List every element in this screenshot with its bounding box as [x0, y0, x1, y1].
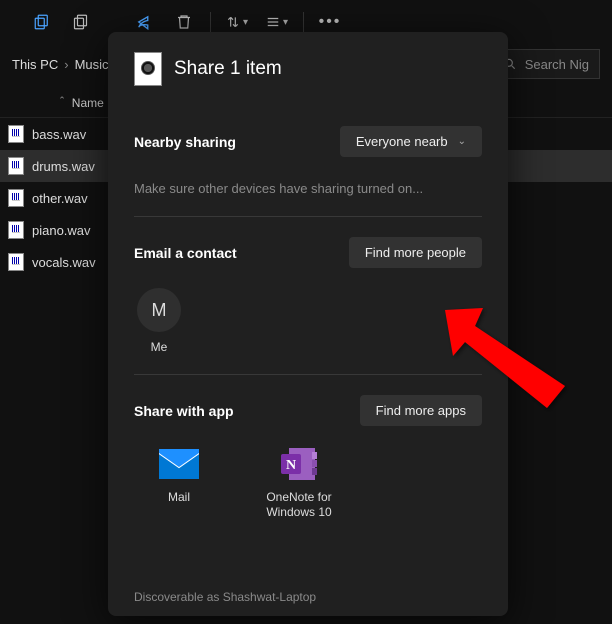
- contact-name: Me: [151, 340, 168, 354]
- app-label: OneNote for Windows 10: [254, 490, 344, 520]
- nearby-label: Nearby sharing: [134, 134, 236, 150]
- share-footer: Discoverable as Shashwat-Laptop: [134, 584, 482, 604]
- divider: [134, 216, 482, 217]
- file-icon: [8, 253, 24, 271]
- mail-icon: [159, 444, 199, 484]
- file-icon: [8, 125, 24, 143]
- breadcrumb-seg[interactable]: This PC: [12, 57, 58, 72]
- chevron-down-icon: ⌄: [458, 136, 466, 147]
- share-panel: Share 1 item Nearby sharing Everyone nea…: [108, 32, 508, 616]
- file-name: vocals.wav: [32, 255, 96, 270]
- breadcrumb[interactable]: This PC › Music: [12, 57, 109, 72]
- nearby-dropdown[interactable]: Everyone nearb ⌄: [340, 126, 482, 157]
- file-name: drums.wav: [32, 159, 95, 174]
- share-title: Share 1 item: [174, 58, 282, 80]
- app-onenote[interactable]: N OneNote for Windows 10: [254, 444, 344, 520]
- divider: [134, 374, 482, 375]
- app-mail[interactable]: Mail: [134, 444, 224, 520]
- file-name: piano.wav: [32, 223, 91, 238]
- nearby-section: Nearby sharing Everyone nearb ⌄ Make sur…: [134, 112, 482, 210]
- search-placeholder: Search Nig: [525, 57, 589, 72]
- sort-caret-icon: ⌃: [58, 95, 66, 106]
- file-name: bass.wav: [32, 127, 86, 142]
- share-header: Share 1 item: [134, 52, 482, 86]
- avatar: M: [137, 288, 181, 332]
- onenote-icon: N: [279, 444, 319, 484]
- nearby-dropdown-label: Everyone nearb: [356, 134, 448, 149]
- new-window-icon[interactable]: [64, 4, 100, 40]
- file-icon: [8, 189, 24, 207]
- copy-icon[interactable]: [24, 4, 60, 40]
- svg-text:N: N: [286, 458, 296, 473]
- app-label: Mail: [168, 490, 190, 505]
- find-more-apps-button[interactable]: Find more apps: [360, 395, 482, 426]
- file-icon: [8, 157, 24, 175]
- document-icon: [134, 52, 162, 86]
- apps-section: Share with app Find more apps Mail N One…: [134, 381, 482, 534]
- contact-item[interactable]: M Me: [134, 288, 184, 354]
- file-name: other.wav: [32, 191, 88, 206]
- email-section: Email a contact Find more people M Me: [134, 223, 482, 368]
- apps-label: Share with app: [134, 403, 234, 419]
- file-icon: [8, 221, 24, 239]
- chevron-right-icon: ›: [64, 57, 68, 72]
- find-more-people-button[interactable]: Find more people: [349, 237, 482, 268]
- breadcrumb-seg[interactable]: Music: [75, 57, 109, 72]
- column-name[interactable]: Name: [72, 96, 104, 110]
- email-label: Email a contact: [134, 245, 237, 261]
- nearby-hint: Make sure other devices have sharing tur…: [134, 181, 482, 196]
- avatar-initial: M: [152, 300, 167, 321]
